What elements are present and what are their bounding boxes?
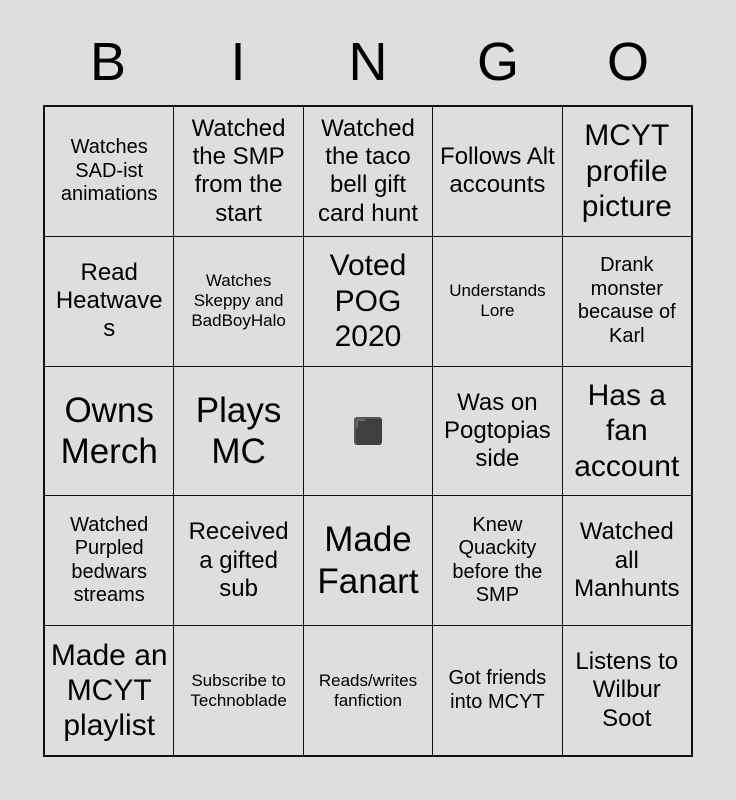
bingo-cell-label: Follows Alt accounts [440,143,555,199]
bingo-cell-label: Has a fan account [574,378,680,483]
bingo-cell[interactable]: Watched the taco bell gift card hunt [303,107,433,236]
bingo-cell[interactable]: Received a gifted sub [174,496,303,626]
bingo-cell-label: Watched the SMP from the start [191,114,286,227]
bingo-cell-label: Listens to Wilbur Soot [575,648,679,732]
bingo-cell-label: Watched all Manhunts [574,518,680,602]
bingo-cell[interactable]: Made an MCYT playlist [45,626,174,755]
bingo-cell-label: MCYT profile picture [581,119,672,224]
bingo-cell-label: Was on Pogtopias side [444,388,551,473]
bingo-cell[interactable]: Knew Quackity before the SMP [433,496,562,626]
bingo-cell-label: Voted POG 2020 [329,249,407,353]
header-letter-b: B [89,32,127,92]
bingo-header: B I N G O [43,26,693,98]
bingo-cell-label: Subscribe to Technoblade [190,670,287,710]
bingo-cell[interactable]: Watched Purpled bedwars streams [45,496,174,626]
bingo-cell-label: Made Fanart [317,520,419,601]
bingo-cell-label: Understands Lore [449,281,546,321]
bingo-cell-label: Got friends into MCYT [448,667,547,713]
bingo-cell[interactable]: Watches SAD-ist animations [45,107,174,236]
bingo-cell-label: Read Heatwaves [55,258,163,343]
bingo-cell[interactable]: Understands Lore [433,236,562,366]
bingo-cell-label: Watched Purpled bedwars streams [70,513,149,607]
bingo-cell-label: Knew Quackity before the SMP [452,513,543,607]
bingo-cell[interactable]: Voted POG 2020 [303,236,433,366]
bingo-cell[interactable]: Got friends into MCYT [433,626,562,755]
header-letter-o: O [606,32,649,92]
bingo-grid: Watches SAD-ist animations Watched the SM… [43,105,693,757]
bingo-cell[interactable]: Was on Pogtopias side [433,366,562,496]
bingo-cell-label: Watches Skeppy and BadBoyHalo [191,271,286,331]
bingo-cell[interactable]: Owns Merch [45,366,174,496]
bingo-cell[interactable]: Watches Skeppy and BadBoyHalo [174,236,303,366]
bingo-cell[interactable]: Drank monster because of Karl [562,236,691,366]
bingo-cell[interactable]: Made Fanart [303,496,433,626]
bingo-cell[interactable]: Has a fan account [562,366,691,496]
bingo-cell[interactable]: Reads/writes fanfiction [303,626,433,755]
bingo-cell[interactable]: Follows Alt accounts [433,107,562,236]
bingo-cell[interactable]: Subscribe to Technoblade [174,626,303,755]
bingo-cell-label: Watches SAD-ist animations [60,136,158,206]
bingo-cell[interactable]: MCYT profile picture [562,107,691,236]
bingo-cell[interactable]: Watched all Manhunts [562,496,691,626]
bingo-free-space-cell[interactable] [303,366,433,496]
bingo-cell[interactable]: Watched the SMP from the start [174,107,303,236]
bingo-cell[interactable]: Plays MC [174,366,303,496]
free-space-stamp-icon [353,416,382,445]
bingo-cell-label: Owns Merch [60,390,158,471]
bingo-cell[interactable]: Read Heatwaves [45,236,174,366]
bingo-cell-label: Received a gifted sub [188,518,289,602]
bingo-card: B I N G O Watches SAD-ist animations Watc… [0,0,736,800]
header-letter-n: N [348,32,388,92]
bingo-cell-label: Plays MC [195,390,282,471]
bingo-cell-label: Drank monster because of Karl [577,254,676,347]
bingo-cell-label: Reads/writes fanfiction [318,670,418,710]
header-letter-i: I [230,32,246,92]
header-letter-g: G [476,32,519,92]
bingo-cell-label: Watched the taco bell gift card hunt [317,114,419,227]
bingo-cell[interactable]: Listens to Wilbur Soot [562,626,691,755]
bingo-cell-label: Made an MCYT playlist [50,638,168,743]
